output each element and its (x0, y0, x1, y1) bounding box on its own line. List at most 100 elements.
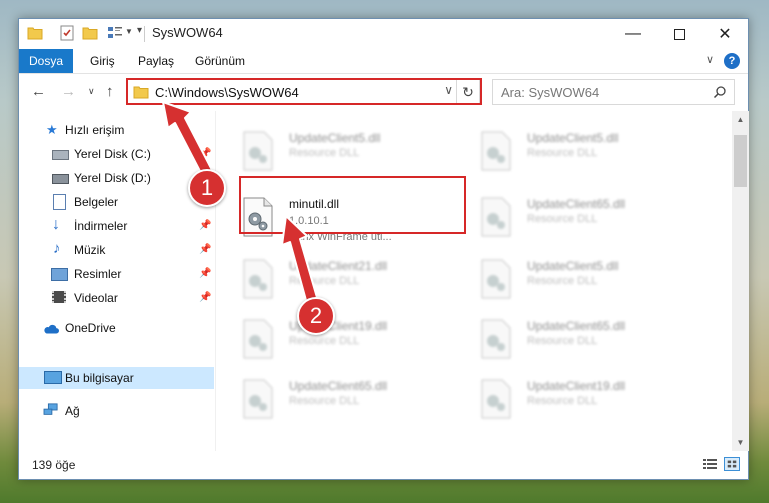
new-folder-icon[interactable] (82, 25, 98, 41)
sidebar-item-label: Videolar (74, 291, 118, 305)
sidebar-item-downloads[interactable]: ↓ İndirmeler 📌 (19, 215, 214, 237)
search-box[interactable]: Ara: SysWOW64 (492, 79, 735, 105)
sidebar-item-onedrive[interactable]: OneDrive (19, 317, 214, 339)
file-name: UpdateClient5.dll (527, 131, 619, 145)
folder-icon (133, 86, 149, 99)
address-dropdown-icon[interactable]: ∨ (444, 83, 453, 97)
item-count: 139 öğe (32, 458, 76, 472)
music-icon: ♪ (53, 240, 61, 257)
up-arrow-icon[interactable]: ↑ (106, 83, 114, 100)
file-item[interactable]: UpdateClient65.dll Resource DLL (479, 317, 699, 369)
sidebar-item-quick-access[interactable]: ★ Hızlı erişim (19, 119, 214, 141)
sidebar-item-this-pc[interactable]: Bu bilgisayar (19, 367, 214, 389)
expand-ribbon-icon[interactable]: ∨ (706, 53, 714, 66)
search-placeholder: Ara: SysWOW64 (501, 85, 600, 100)
quick-access-dropdown-icon[interactable]: ▼ (125, 27, 133, 36)
file-name: UpdateClient19.dll (527, 379, 626, 393)
scroll-up-icon[interactable]: ▲ (732, 111, 749, 128)
ribbon: Dosya Giriş Paylaş Görünüm ∨ ? (19, 49, 748, 74)
step-2-callout: 2 (297, 297, 335, 335)
navigation-pane: ★ Hızlı erişim Yerel Disk (C:) 📌 Yerel D… (19, 111, 214, 451)
vertical-scrollbar[interactable]: ▲ ▼ (732, 111, 749, 451)
file-description: Resource DLL (527, 335, 598, 347)
scroll-thumb[interactable] (734, 135, 747, 187)
tab-share[interactable]: Paylaş (127, 49, 185, 73)
dll-file-icon (243, 131, 273, 171)
sidebar-item-local-disk-c[interactable]: Yerel Disk (C:) 📌 (19, 143, 214, 165)
dll-file-icon (481, 197, 511, 237)
sidebar-item-network[interactable]: Ağ (19, 400, 214, 422)
scroll-down-icon[interactable]: ▼ (732, 434, 749, 451)
sidebar-item-music[interactable]: ♪ Müzik 📌 (19, 239, 214, 261)
file-description: Resource DLL (527, 147, 598, 159)
minimize-button[interactable]: — (610, 19, 656, 49)
help-icon[interactable]: ? (724, 53, 740, 69)
file-item[interactable]: UpdateClient21.dll Resource DLL (241, 257, 461, 309)
network-icon (43, 403, 58, 415)
dll-file-icon (481, 131, 511, 171)
star-icon: ★ (46, 122, 58, 137)
step-1-callout: 1 (188, 169, 226, 207)
file-item[interactable]: UpdateClient65.dll Resource DLL (479, 195, 699, 247)
forward-arrow-icon[interactable]: → (61, 83, 76, 100)
dll-file-icon (481, 259, 511, 299)
file-item[interactable]: UpdateClient65.dll Resource DLL (241, 377, 461, 429)
file-name: UpdateClient65.dll (527, 319, 626, 333)
sidebar-item-label: Bu bilgisayar (65, 371, 134, 385)
file-item[interactable]: UpdateClient19.dll Resource DLL (479, 377, 699, 429)
address-bar[interactable]: C:\Windows\SysWOW64 ∨ ↻ (126, 79, 480, 105)
properties-icon[interactable] (59, 25, 75, 41)
tiles-view-icon[interactable] (724, 457, 740, 471)
maximize-icon (673, 28, 685, 40)
file-description: Resource DLL (289, 147, 360, 159)
computer-icon (44, 371, 62, 384)
sidebar-item-pictures[interactable]: Resimler 📌 (19, 263, 214, 285)
file-name: UpdateClient21.dll (289, 259, 388, 273)
customize-toolbar-icon[interactable]: ▾ (137, 25, 142, 36)
window-title: SysWOW64 (152, 25, 223, 40)
pane-divider[interactable] (215, 111, 216, 451)
maximize-button[interactable] (656, 19, 702, 49)
details-view-icon[interactable] (702, 457, 718, 471)
dll-file-icon (481, 319, 511, 359)
pin-icon: 📌 (199, 148, 212, 159)
sidebar-item-documents[interactable]: Belgeler 📌 (19, 191, 214, 213)
dll-file-icon (243, 259, 273, 299)
sidebar-item-label: Resimler (74, 267, 122, 281)
tab-file[interactable]: Dosya (19, 49, 73, 73)
dll-file-icon (243, 197, 273, 237)
file-item[interactable]: UpdateClient5.dll Resource DLL (479, 129, 699, 181)
view-options-icon[interactable] (107, 25, 123, 41)
file-name: minutil.dll (289, 197, 340, 211)
back-arrow-icon[interactable]: ← (31, 83, 46, 100)
file-item[interactable]: UpdateClient5.dll Resource DLL (241, 129, 461, 181)
file-name: UpdateClient5.dll (289, 131, 381, 145)
sidebar-item-label: Hızlı erişim (65, 123, 125, 137)
pin-icon: 📌 (199, 244, 212, 255)
pin-icon: 📌 (199, 220, 212, 231)
close-button[interactable]: ✕ (702, 19, 748, 49)
file-description: Resource DLL (289, 395, 360, 407)
pictures-icon (51, 268, 68, 281)
file-name: UpdateClient65.dll (289, 379, 388, 393)
file-item[interactable]: UpdateClient5.dll Resource DLL (479, 257, 699, 309)
sidebar-item-local-disk-d[interactable]: Yerel Disk (D:) (19, 167, 214, 189)
videos-icon (52, 291, 66, 303)
file-name: UpdateClient65.dll (527, 197, 626, 211)
file-item[interactable]: UpdateClient19.dll Resource DLL (241, 317, 461, 369)
navigation-bar: ← → ∨ ↑ C:\Windows\SysWOW64 ∨ ↻ Ara: Sys… (19, 74, 748, 110)
explorer-window: ▼ ▾ SysWOW64 — ✕ Dosya Giriş Paylaş Görü… (18, 18, 749, 480)
file-item-minutil[interactable]: minutil.dll 1.0.10.1 Citrix WinFrame uti… (241, 195, 461, 247)
tab-view[interactable]: Görünüm (184, 49, 256, 73)
sidebar-item-label: Müzik (74, 243, 106, 257)
sidebar-item-label: Ağ (65, 404, 80, 418)
file-description: Citrix WinFrame uti... (289, 231, 392, 243)
dll-file-icon (481, 379, 511, 419)
sidebar-item-label: İndirmeler (74, 219, 128, 233)
refresh-icon[interactable]: ↻ (456, 80, 479, 104)
recent-locations-icon[interactable]: ∨ (88, 86, 95, 97)
tab-home[interactable]: Giriş (79, 49, 126, 73)
file-description: Resource DLL (289, 335, 360, 347)
folder-icon[interactable] (27, 25, 43, 41)
sidebar-item-videos[interactable]: Videolar 📌 (19, 287, 214, 309)
